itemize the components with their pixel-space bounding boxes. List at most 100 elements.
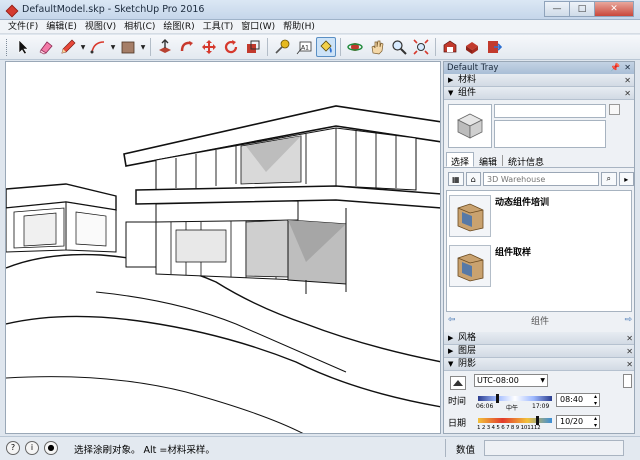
navigate-arrow-icon[interactable]: ▸ [618,172,634,186]
close-button[interactable]: ✕ [594,1,634,17]
spinner-arrows-icon[interactable]: ▴ ▾ [594,415,597,429]
component-tabs: 选择 编辑 统计信息 [444,152,634,168]
panel-close-icon[interactable]: ✕ [626,332,633,345]
arc-dropdown-arrow-icon[interactable]: ▼ [109,37,117,57]
component-list-nav: ⇦ 组件 ⇨ [444,313,634,327]
select-tool-icon[interactable] [14,37,34,57]
user-icon[interactable]: ● [44,441,58,455]
share-tool-icon[interactable] [484,37,504,57]
timezone-select[interactable]: UTC-08:00 ▼ [474,374,548,387]
toolbar-grip[interactable] [6,38,9,56]
time-end: 17:09 [532,403,550,410]
default-tray: Default Tray 📌 ✕ ▶ 材料 ✕ ▼ 组件 ✕ 选择 编辑 统计信息 … [443,61,635,434]
shadow-toggle-icon[interactable] [450,376,466,390]
menu-camera[interactable]: 相机(C) [120,20,159,34]
menu-tools[interactable]: 工具(T) [199,20,238,34]
menu-view[interactable]: 视图(V) [81,20,120,34]
list-item[interactable]: 动态组件培训 [449,195,629,239]
window-title: DefaultModel.skp - SketchUp Pro 2016 [22,4,205,15]
extension-tool-icon[interactable] [462,37,482,57]
collapse-triangle-icon: ▼ [448,360,454,368]
panel-components-label: 组件 [458,88,477,98]
tab-edit[interactable]: 编辑 [474,152,502,168]
pin-icon[interactable]: 📌 [610,62,620,74]
time-slider-thumb[interactable] [495,394,499,403]
panel-components[interactable]: ▼ 组件 ✕ [444,87,634,100]
tape-measure-tool-icon[interactable] [272,37,292,57]
date-value-field[interactable]: 10/20 ▴ ▾ [556,415,600,429]
forward-arrow-icon[interactable]: ⇨ [624,315,632,325]
component-info-area [444,100,634,158]
panel-styles[interactable]: ▶ 风格 ✕ [444,332,634,345]
time-slider[interactable] [478,394,552,403]
follow-me-tool-icon[interactable] [177,37,197,57]
zoom-extents-tool-icon[interactable] [411,37,431,57]
time-value: 08:40 [560,395,584,404]
eraser-tool-icon[interactable] [36,37,56,57]
menu-edit[interactable]: 编辑(E) [42,20,81,34]
time-start: 06:06 [476,403,494,410]
main-toolbar: ▼ ▼ ▼ A1 [0,35,640,60]
home-icon[interactable]: ⌂ [465,172,482,186]
shape-dropdown-arrow-icon[interactable]: ▼ [139,37,147,57]
shadow-details-toggle[interactable] [623,374,632,388]
expand-triangle-icon: ▶ [448,76,454,84]
menu-window[interactable]: 窗口(W) [237,20,279,34]
zoom-tool-icon[interactable] [389,37,409,57]
warehouse-tool-icon[interactable] [440,37,460,57]
orbit-tool-icon[interactable] [345,37,365,57]
shape-tool-icon[interactable] [118,37,138,57]
date-slider[interactable] [478,416,552,425]
status-divider [445,439,446,457]
shadow-settings: UTC-08:00 ▼ 时间 06:06 中午 17:09 08:40 ▴ ▾ 日… [444,372,634,433]
tab-select[interactable]: 选择 [446,152,475,168]
panel-close-icon[interactable]: ✕ [624,87,631,100]
push-pull-tool-icon[interactable] [155,37,175,57]
details-toggle-button[interactable] [609,104,620,115]
spinner-arrows-icon[interactable]: ▴ ▾ [594,393,597,407]
scale-tool-icon[interactable] [243,37,263,57]
model-viewport[interactable] [5,61,441,434]
menu-help[interactable]: 帮助(H) [279,20,319,34]
view-options-icon[interactable]: ▦ [448,172,464,186]
component-name-field[interactable] [494,104,606,118]
help-icon[interactable]: ? [6,441,20,455]
measurements-input[interactable] [484,440,624,456]
arc-tool-icon[interactable] [88,37,108,57]
dropdown-arrow-icon: ▼ [540,377,545,384]
panel-materials[interactable]: ▶ 材料 ✕ [444,74,634,87]
move-tool-icon[interactable] [199,37,219,57]
toolbar-separator [267,38,268,56]
time-value-field[interactable]: 08:40 ▴ ▾ [556,393,600,407]
panel-materials-label: 材料 [458,75,477,85]
menu-file[interactable]: 文件(F) [4,20,42,34]
time-label: 时间 [448,397,467,407]
date-slider-thumb[interactable] [536,416,540,425]
text-tool-icon[interactable]: A1 [294,37,314,57]
panel-close-icon[interactable]: ✕ [626,358,633,371]
panel-close-icon[interactable]: ✕ [626,345,633,358]
maximize-button[interactable]: □ [569,1,595,17]
panel-close-icon[interactable]: ✕ [624,74,631,87]
list-item[interactable]: 组件取样 [449,245,629,289]
pencil-dropdown-arrow-icon[interactable]: ▼ [79,37,87,57]
tab-statistics[interactable]: 统计信息 [503,152,549,168]
menu-draw[interactable]: 绘图(R) [159,20,198,34]
sketchup-logo-icon [5,4,17,16]
info-icon[interactable]: i [25,441,39,455]
rotate-tool-icon[interactable] [221,37,241,57]
minimize-button[interactable]: — [544,1,570,17]
back-arrow-icon[interactable]: ⇦ [448,315,456,325]
component-description-field[interactable] [494,120,606,148]
pan-tool-icon[interactable] [367,37,387,57]
warehouse-search-input[interactable] [483,172,599,186]
paint-bucket-tool-icon[interactable] [316,37,336,57]
tray-close-icon[interactable]: ✕ [624,62,631,74]
date-value: 10/20 [560,417,584,426]
component-item-name: 组件取样 [495,248,532,258]
list-label: 组件 [530,316,549,327]
pencil-tool-icon[interactable] [58,37,78,57]
search-icon[interactable]: ⌕ [601,172,617,186]
panel-shadows[interactable]: ▼ 阴影 ✕ [444,358,634,371]
panel-layers[interactable]: ▶ 图层 ✕ [444,345,634,358]
